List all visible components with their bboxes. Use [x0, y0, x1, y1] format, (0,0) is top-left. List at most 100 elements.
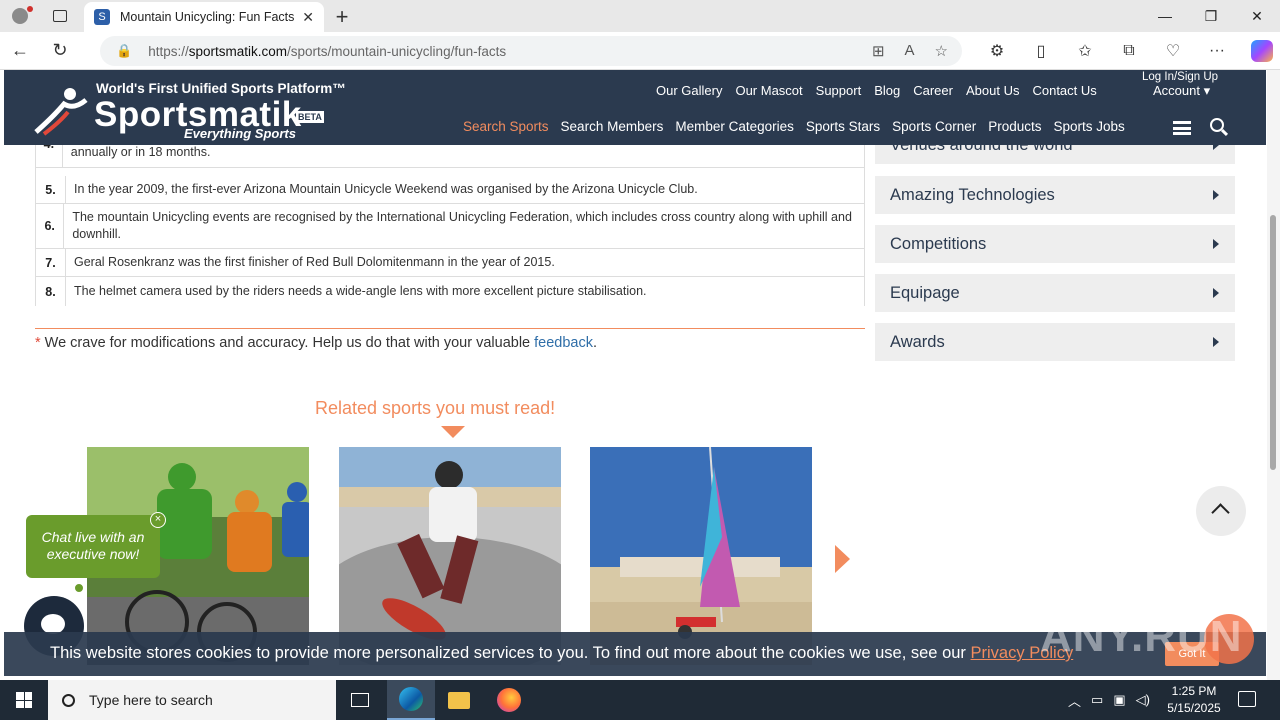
network-icon[interactable]: ▣	[1113, 692, 1125, 708]
task-view-button[interactable]	[336, 680, 384, 720]
fact-text: The mountain Unicycling events are recog…	[72, 210, 852, 241]
close-window-icon[interactable]: ✕	[1234, 0, 1280, 32]
taskbar-search[interactable]: Type here to search	[48, 680, 336, 720]
cookie-message: This website stores cookies to provide m…	[50, 644, 1074, 662]
taskbar-firefox-button[interactable]	[485, 680, 533, 720]
divider	[35, 328, 865, 329]
main-nav: Search Sports Search Members Member Cate…	[463, 119, 1125, 134]
nav-our-mascot[interactable]: Our Mascot	[735, 83, 802, 98]
caret-right-icon	[1213, 337, 1219, 347]
search-icon	[62, 693, 75, 707]
feedback-link[interactable]: feedback	[534, 335, 593, 351]
favorite-star-icon[interactable]: ☆	[935, 42, 948, 60]
sidebar-item-technologies[interactable]: Amazing Technologies	[875, 176, 1235, 214]
copilot-icon[interactable]	[1251, 40, 1273, 62]
scroll-thumb[interactable]	[1270, 215, 1276, 470]
sidebar-item-competitions[interactable]: Competitions	[875, 225, 1235, 263]
start-button[interactable]	[0, 680, 48, 720]
more-menu-icon[interactable]: ···	[1195, 42, 1239, 60]
edge-icon	[399, 687, 423, 711]
nav-contact-us[interactable]: Contact Us	[1032, 83, 1096, 98]
nav-products[interactable]: Products	[988, 119, 1041, 134]
address-toolbar: ← ↻ 🔒 https://sportsmatik.com/sports/mou…	[0, 32, 1280, 70]
nav-sports-jobs[interactable]: Sports Jobs	[1054, 119, 1125, 134]
restore-icon[interactable]: ❐	[1188, 0, 1234, 32]
feedback-note: * We crave for modifications and accuracy…	[35, 335, 598, 351]
window-controls: — ❐ ✕	[1142, 0, 1280, 32]
tab-actions-icon[interactable]	[40, 0, 80, 32]
nav-search-members[interactable]: Search Members	[561, 119, 664, 134]
nav-sports-stars[interactable]: Sports Stars	[806, 119, 880, 134]
volume-icon[interactable]: ◁)	[1136, 692, 1150, 708]
nav-search-sports[interactable]: Search Sports	[463, 119, 549, 134]
online-status-dot	[74, 583, 84, 593]
chat-invite-bubble[interactable]: Chat live with an executive now!	[26, 515, 160, 578]
url-text: https://sportsmatik.com/sports/mountain-…	[148, 43, 507, 59]
app-install-icon[interactable]: ⊞	[872, 42, 885, 60]
table-row: 5. In the year 2009, the first-ever Ariz…	[36, 176, 864, 204]
nav-sports-corner[interactable]: Sports Corner	[892, 119, 976, 134]
nav-career[interactable]: Career	[913, 83, 953, 98]
folder-icon	[448, 691, 470, 709]
anyrun-watermark: ANY.RUN	[1040, 612, 1243, 661]
extensions-icon[interactable]: ⚙	[975, 41, 1019, 61]
nav-member-categories[interactable]: Member Categories	[675, 119, 794, 134]
scroll-to-top-button[interactable]	[1196, 486, 1246, 536]
split-screen-icon[interactable]: ▯	[1019, 41, 1063, 61]
fun-facts-table: 4. In Australia, the UniNats include bot…	[35, 120, 865, 306]
page-scrollbar[interactable]	[1267, 70, 1280, 680]
site-header: World's First Unified Sports Platform™ S…	[4, 70, 1266, 145]
nav-our-gallery[interactable]: Our Gallery	[656, 83, 722, 98]
login-signup-link[interactable]: Log In/Sign Up	[1142, 71, 1218, 83]
read-aloud-icon[interactable]: A	[905, 42, 915, 60]
site-favicon-icon: S	[94, 9, 110, 25]
favorites-icon[interactable]: ✩	[1063, 41, 1107, 61]
new-tab-icon[interactable]: +	[330, 4, 354, 30]
browser-essentials-icon[interactable]: ♡	[1151, 41, 1195, 61]
nav-support[interactable]: Support	[816, 83, 862, 98]
task-view-icon	[351, 693, 369, 707]
search-icon[interactable]	[1210, 118, 1224, 132]
taskbar-explorer-button[interactable]	[435, 680, 483, 720]
back-icon[interactable]: ←	[0, 32, 40, 70]
taskbar-clock[interactable]: 1:25 PM 5/15/2025	[1162, 683, 1226, 717]
chat-close-icon[interactable]: ×	[150, 512, 166, 528]
fact-text: The helmet camera used by the riders nee…	[74, 284, 647, 298]
table-row: 8. The helmet camera used by the riders …	[36, 277, 864, 306]
taskbar-edge-button[interactable]	[387, 680, 435, 720]
sportsmatik-logo[interactable]: World's First Unified Sports Platform™ S…	[34, 78, 346, 141]
windows-taskbar: Type here to search ︿ ▭ ▣ ◁) 1:25 PM 5/1…	[0, 680, 1280, 720]
top-nav: Our Gallery Our Mascot Support Blog Care…	[656, 83, 1097, 98]
system-tray: ︿ ▭ ▣ ◁)	[1068, 680, 1150, 720]
hamburger-menu-icon[interactable]	[1173, 121, 1191, 135]
account-menu[interactable]: Account ▾	[1153, 83, 1210, 99]
close-tab-icon[interactable]: ✕	[302, 9, 314, 26]
sidebar-item-equipage[interactable]: Equipage	[875, 274, 1235, 312]
nav-about-us[interactable]: About Us	[966, 83, 1019, 98]
collections-icon[interactable]: ⧉	[1107, 42, 1151, 60]
url-field[interactable]: 🔒 https://sportsmatik.com/sports/mountai…	[100, 36, 962, 66]
fact-number: 5.	[36, 176, 66, 203]
related-sports-heading: Related sports you must read!	[315, 398, 556, 418]
fact-number: 7.	[36, 249, 66, 276]
caret-right-icon	[1213, 239, 1219, 249]
battery-icon[interactable]: ▭	[1091, 692, 1103, 708]
table-row: 6. The mountain Unicycling events are re…	[36, 204, 864, 249]
lock-icon[interactable]: 🔒	[116, 43, 132, 59]
windows-logo-icon	[16, 692, 32, 708]
fact-text: Geral Rosenkranz was the first finisher …	[74, 255, 555, 269]
carousel-next-icon[interactable]	[835, 545, 850, 573]
notifications-icon[interactable]	[1238, 691, 1256, 707]
tab-title: Mountain Unicycling: Fun Facts,	[120, 10, 295, 24]
down-arrow-icon	[441, 426, 465, 438]
nav-blog[interactable]: Blog	[874, 83, 900, 98]
tray-overflow-icon[interactable]: ︿	[1068, 691, 1081, 710]
browser-tab[interactable]: S Mountain Unicycling: Fun Facts, ✕	[84, 2, 324, 32]
fact-number: 8.	[36, 277, 66, 306]
refresh-icon[interactable]: ↻	[40, 32, 80, 70]
minimize-icon[interactable]: —	[1142, 0, 1188, 32]
fact-text: In the year 2009, the first-ever Arizona…	[74, 182, 698, 196]
profile-icon[interactable]	[0, 0, 40, 32]
sidebar-item-awards[interactable]: Awards	[875, 323, 1235, 361]
caret-right-icon	[1213, 288, 1219, 298]
